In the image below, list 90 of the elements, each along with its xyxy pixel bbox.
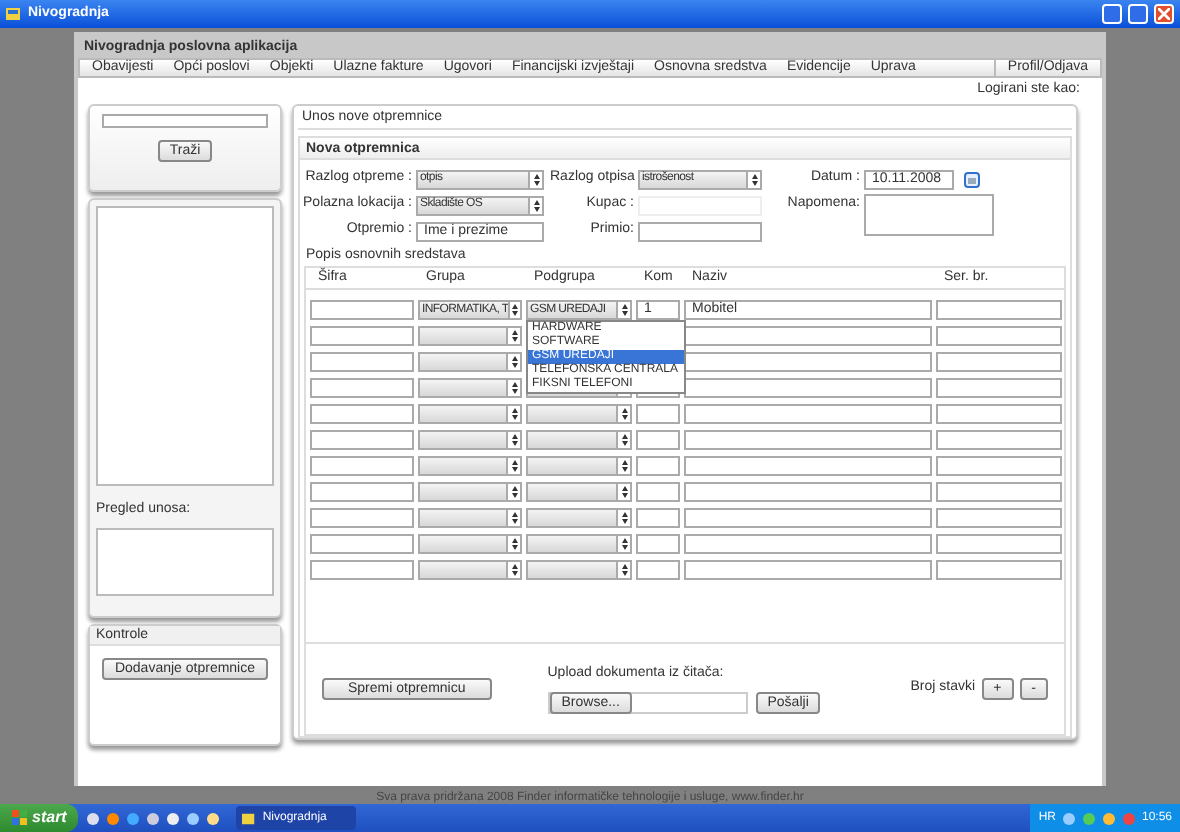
code-field[interactable] [310, 508, 414, 528]
group-select[interactable] [418, 508, 522, 528]
spinner-arrows-icon [751, 173, 757, 185]
spinner-arrows-icon [621, 486, 627, 498]
name-field[interactable] [684, 378, 932, 398]
code-field[interactable] [310, 378, 414, 398]
note-field[interactable] [864, 194, 994, 236]
spinner-arrows-icon [511, 486, 517, 498]
spinner-arrows-icon [511, 382, 517, 394]
code-field[interactable] [310, 326, 414, 346]
serial-field[interactable] [936, 508, 1062, 528]
group-select[interactable] [418, 404, 522, 424]
serial-field[interactable] [936, 430, 1062, 450]
subgroup-select[interactable] [526, 560, 632, 580]
spinner-arrows-icon [621, 408, 627, 420]
group-select[interactable] [418, 326, 522, 346]
name-field[interactable] [684, 352, 932, 372]
input-field[interactable] [638, 221, 762, 241]
close-icon [1158, 8, 1170, 20]
spinner-arrows-icon [621, 564, 627, 576]
serial-field[interactable] [936, 456, 1062, 476]
code-field[interactable] [310, 300, 414, 320]
spinner-arrows-icon [511, 460, 517, 472]
spinner-arrows-icon [511, 356, 517, 368]
serial-field[interactable] [936, 482, 1062, 502]
quantity-field[interactable] [636, 534, 680, 554]
code-field[interactable] [310, 352, 414, 372]
spinner-arrows-icon [533, 199, 539, 211]
code-field[interactable] [310, 560, 414, 580]
code-field[interactable] [310, 456, 414, 476]
subgroup-select[interactable] [526, 534, 632, 554]
spinner-arrows-icon [621, 304, 627, 316]
name-field[interactable] [684, 404, 932, 424]
group-select[interactable] [418, 456, 522, 476]
group-select[interactable] [418, 534, 522, 554]
name-field[interactable] [684, 560, 932, 580]
serial-field[interactable] [936, 378, 1062, 398]
code-field[interactable] [310, 482, 414, 502]
name-field[interactable] [684, 534, 932, 554]
quantity-field[interactable] [636, 456, 680, 476]
subgroup-select[interactable] [526, 456, 632, 476]
name-field[interactable] [684, 508, 932, 528]
group-select[interactable] [418, 378, 522, 398]
name-field[interactable] [684, 456, 932, 476]
app-icon [242, 811, 257, 825]
name-field[interactable] [684, 430, 932, 450]
start-button[interactable]: start [0, 804, 79, 832]
serial-field[interactable] [936, 534, 1062, 554]
spinner-arrows-icon [511, 538, 517, 550]
quantity-field[interactable] [636, 404, 680, 424]
spinner-arrows-icon [621, 434, 627, 446]
subgroup-select[interactable] [526, 508, 632, 528]
serial-field[interactable] [936, 300, 1062, 320]
spinner-arrows-icon [511, 330, 517, 342]
group-select[interactable] [418, 482, 522, 502]
app-icon [6, 6, 22, 22]
quantity-field[interactable] [636, 560, 680, 580]
serial-field[interactable] [936, 404, 1062, 424]
serial-field[interactable] [936, 560, 1062, 580]
code-field[interactable] [310, 404, 414, 424]
spinner-arrows-icon [511, 512, 517, 524]
spinner-arrows-icon [511, 434, 517, 446]
serial-field[interactable] [936, 352, 1062, 372]
code-field[interactable] [310, 534, 414, 554]
spinner-arrows-icon [533, 173, 539, 185]
search-field[interactable] [102, 114, 268, 128]
name-field[interactable] [684, 326, 932, 346]
spinner-arrows-icon [511, 564, 517, 576]
spinner-arrows-icon [621, 460, 627, 472]
quantity-field[interactable] [636, 430, 680, 450]
group-select[interactable] [418, 352, 522, 372]
name-field[interactable] [684, 482, 932, 502]
spinner-arrows-icon [621, 512, 627, 524]
calendar-icon[interactable] [964, 171, 980, 187]
spinner-arrows-icon [511, 408, 517, 420]
spinner-arrows-icon [621, 538, 627, 550]
minimize-button[interactable] [1102, 4, 1122, 24]
subgroup-select[interactable] [526, 404, 632, 424]
subgroup-select[interactable] [526, 482, 632, 502]
maximize-button[interactable] [1128, 4, 1148, 24]
serial-field[interactable] [936, 326, 1062, 346]
group-select[interactable] [418, 560, 522, 580]
group-select[interactable] [418, 430, 522, 450]
subgroup-select[interactable] [526, 430, 632, 450]
quantity-field[interactable] [636, 482, 680, 502]
quantity-field[interactable] [636, 508, 680, 528]
code-field[interactable] [310, 430, 414, 450]
close-button[interactable] [1154, 4, 1174, 24]
windows-logo-icon [12, 810, 28, 826]
spinner-arrows-icon [512, 304, 519, 316]
